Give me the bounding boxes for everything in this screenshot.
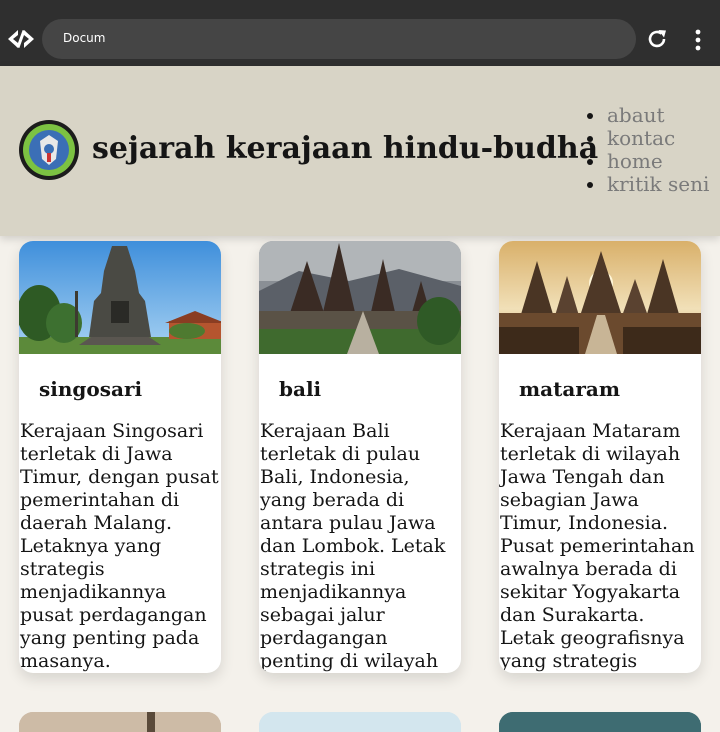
nav-link-kritik-seni[interactable]: kritik seni: [586, 173, 709, 196]
nav-link-abaut[interactable]: abaut: [586, 104, 709, 127]
page-title: sejarah kerajaan hindu-budha: [92, 131, 599, 166]
code-logo-icon[interactable]: [8, 27, 34, 51]
card-description: Kerajaan Singosari terletak di Jawa Timu…: [20, 420, 219, 672]
card-image-singosari: [19, 241, 221, 354]
card-next-row-3[interactable]: [499, 712, 701, 732]
card-image-bali: [259, 241, 461, 354]
card-bali[interactable]: bali Kerajaan Bali terletak di pulau Bal…: [259, 241, 461, 673]
card-next-row-2[interactable]: [259, 712, 461, 732]
site-header: sejarah kerajaan hindu-budha abaut konta…: [0, 66, 720, 236]
address-bar[interactable]: Docum: [42, 19, 636, 59]
nav-link-kontac[interactable]: kontac: [586, 127, 709, 150]
card-image-next-2: [259, 712, 461, 732]
nav-link-home[interactable]: home: [586, 150, 709, 173]
browser-toolbar: Docum: [0, 0, 720, 66]
card-title: bali: [279, 377, 322, 401]
card-singosari[interactable]: singosari Kerajaan Singosari terletak di…: [19, 241, 221, 673]
card-description: Kerajaan Bali terletak di pulau Bali, In…: [260, 420, 446, 672]
nav-menu: abaut kontac home kritik seni: [586, 104, 709, 196]
card-image-next-3: [499, 712, 701, 732]
kebab-menu-icon[interactable]: [692, 29, 704, 51]
reload-icon[interactable]: [646, 28, 668, 50]
address-text: Docum: [63, 31, 106, 45]
card-mataram[interactable]: mataram Kerajaan Mataram terletak di wil…: [499, 241, 701, 673]
card-image-mataram: [499, 241, 701, 354]
school-logo[interactable]: [18, 119, 80, 181]
card-image-next-1: [19, 712, 221, 732]
card-description: Kerajaan Mataram terletak di wilayah Jaw…: [500, 420, 695, 672]
card-next-row-1[interactable]: [19, 712, 221, 732]
card-title: singosari: [39, 377, 143, 401]
card-title: mataram: [519, 377, 620, 401]
